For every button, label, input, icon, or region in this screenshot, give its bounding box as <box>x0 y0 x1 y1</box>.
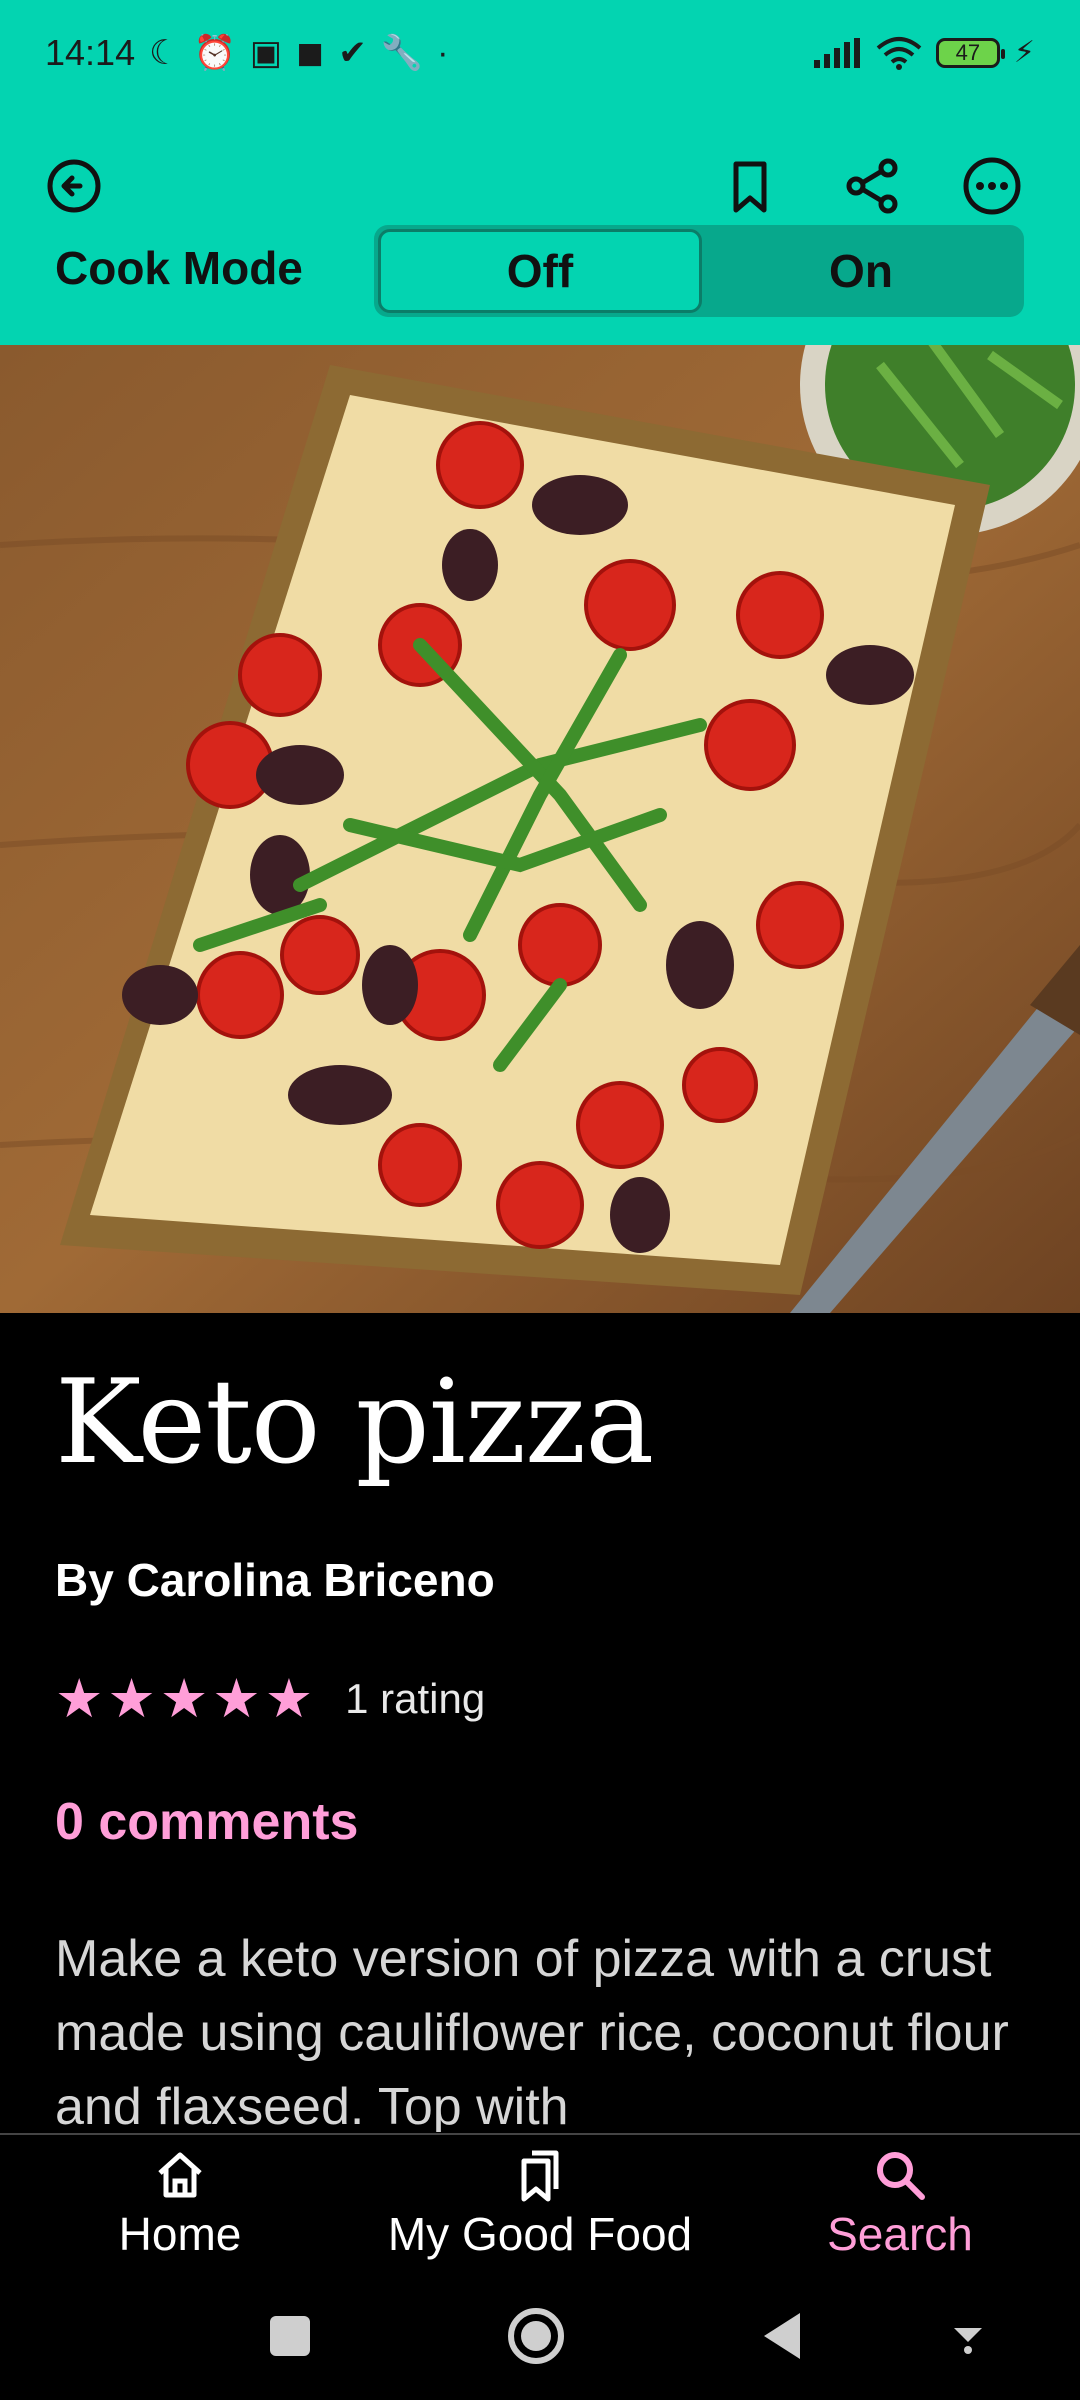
wifi-icon <box>876 36 922 70</box>
dot-icon: · <box>437 33 449 72</box>
battery-icon: 47 <box>935 37 1005 68</box>
check-badge-icon: ✔ <box>338 33 367 72</box>
rating-row[interactable]: ★ ★ ★ ★ ★ 1 rating <box>55 1672 485 1726</box>
share-icon <box>846 158 898 214</box>
charging-icon: ⚡ <box>1013 36 1035 69</box>
star-icon: ★ <box>107 1669 156 1729</box>
app-header: Cook Mode Off On <box>0 105 1080 345</box>
recipe-author: By Carolina Briceno <box>55 1554 495 1606</box>
triangle-back-icon <box>764 2313 800 2359</box>
status-time: 14:14 <box>45 31 136 73</box>
cook-mode-toggle[interactable]: Off On <box>374 225 1024 317</box>
status-bar: 14:14 ☾ ⏰ ▣ ◼ ✔ 🔧 · 47 ⚡ <box>0 0 1080 105</box>
nav-my-good-food-label: My Good Food <box>387 2207 693 2260</box>
recents-button[interactable] <box>250 2296 330 2376</box>
system-navigation-bar <box>0 2268 1080 2400</box>
back-button[interactable] <box>38 150 110 222</box>
circle-home-icon <box>508 2308 564 2364</box>
star-icon: ★ <box>264 1669 314 1729</box>
chevron-down-icon <box>954 2328 982 2354</box>
nav-search[interactable]: Search <box>720 2135 1080 2270</box>
recipe-hero-image <box>0 345 1080 1313</box>
home-icon <box>158 2152 202 2197</box>
star-icon: ★ <box>212 1669 261 1729</box>
square-icon <box>270 2316 310 2356</box>
nfc-icon: ▣ <box>249 33 283 72</box>
star-icon: ★ <box>55 1669 104 1729</box>
more-options-button[interactable] <box>956 150 1028 222</box>
bookmark-button[interactable] <box>714 150 786 222</box>
rating-count: 1 rating <box>345 1675 486 1722</box>
bottom-navigation: Home My Good Food Search <box>0 2133 1080 2270</box>
home-system-button[interactable] <box>496 2296 576 2376</box>
cook-mode-label: Cook Mode <box>55 242 303 294</box>
share-button[interactable] <box>836 150 908 222</box>
nav-home-label: Home <box>118 2207 242 2260</box>
cook-mode-on-option[interactable]: On <box>702 229 1020 313</box>
search-icon <box>877 2151 925 2200</box>
back-system-button[interactable] <box>742 2296 822 2376</box>
star-icon: ★ <box>159 1669 209 1729</box>
more-options-icon <box>963 157 1021 215</box>
recipe-title: Keto pizza <box>55 1355 654 1490</box>
app-notification-icon: ◼ <box>296 33 325 72</box>
nav-home[interactable]: Home <box>0 2135 360 2270</box>
nav-my-good-food[interactable]: My Good Food <box>360 2135 720 2270</box>
saved-recipes-icon <box>521 2150 559 2201</box>
cook-mode-off-option[interactable]: Off <box>378 229 702 313</box>
back-arrow-icon <box>47 159 101 213</box>
do-not-disturb-icon: ☾ <box>149 33 180 72</box>
hide-keyboard-button[interactable] <box>928 2296 1008 2376</box>
wrench-icon: 🔧 <box>380 33 424 72</box>
battery-level: 47 <box>955 39 981 65</box>
alarm-off-icon: ⏰ <box>193 33 236 72</box>
nav-search-label: Search <box>827 2207 973 2260</box>
signal-icon <box>813 37 860 68</box>
comments-link[interactable]: 0 comments <box>55 1792 358 1852</box>
recipe-description: Make a keto version of pizza with a crus… <box>55 1930 1009 2132</box>
pizza-illustration <box>0 345 1080 1313</box>
bookmark-icon <box>733 161 767 213</box>
